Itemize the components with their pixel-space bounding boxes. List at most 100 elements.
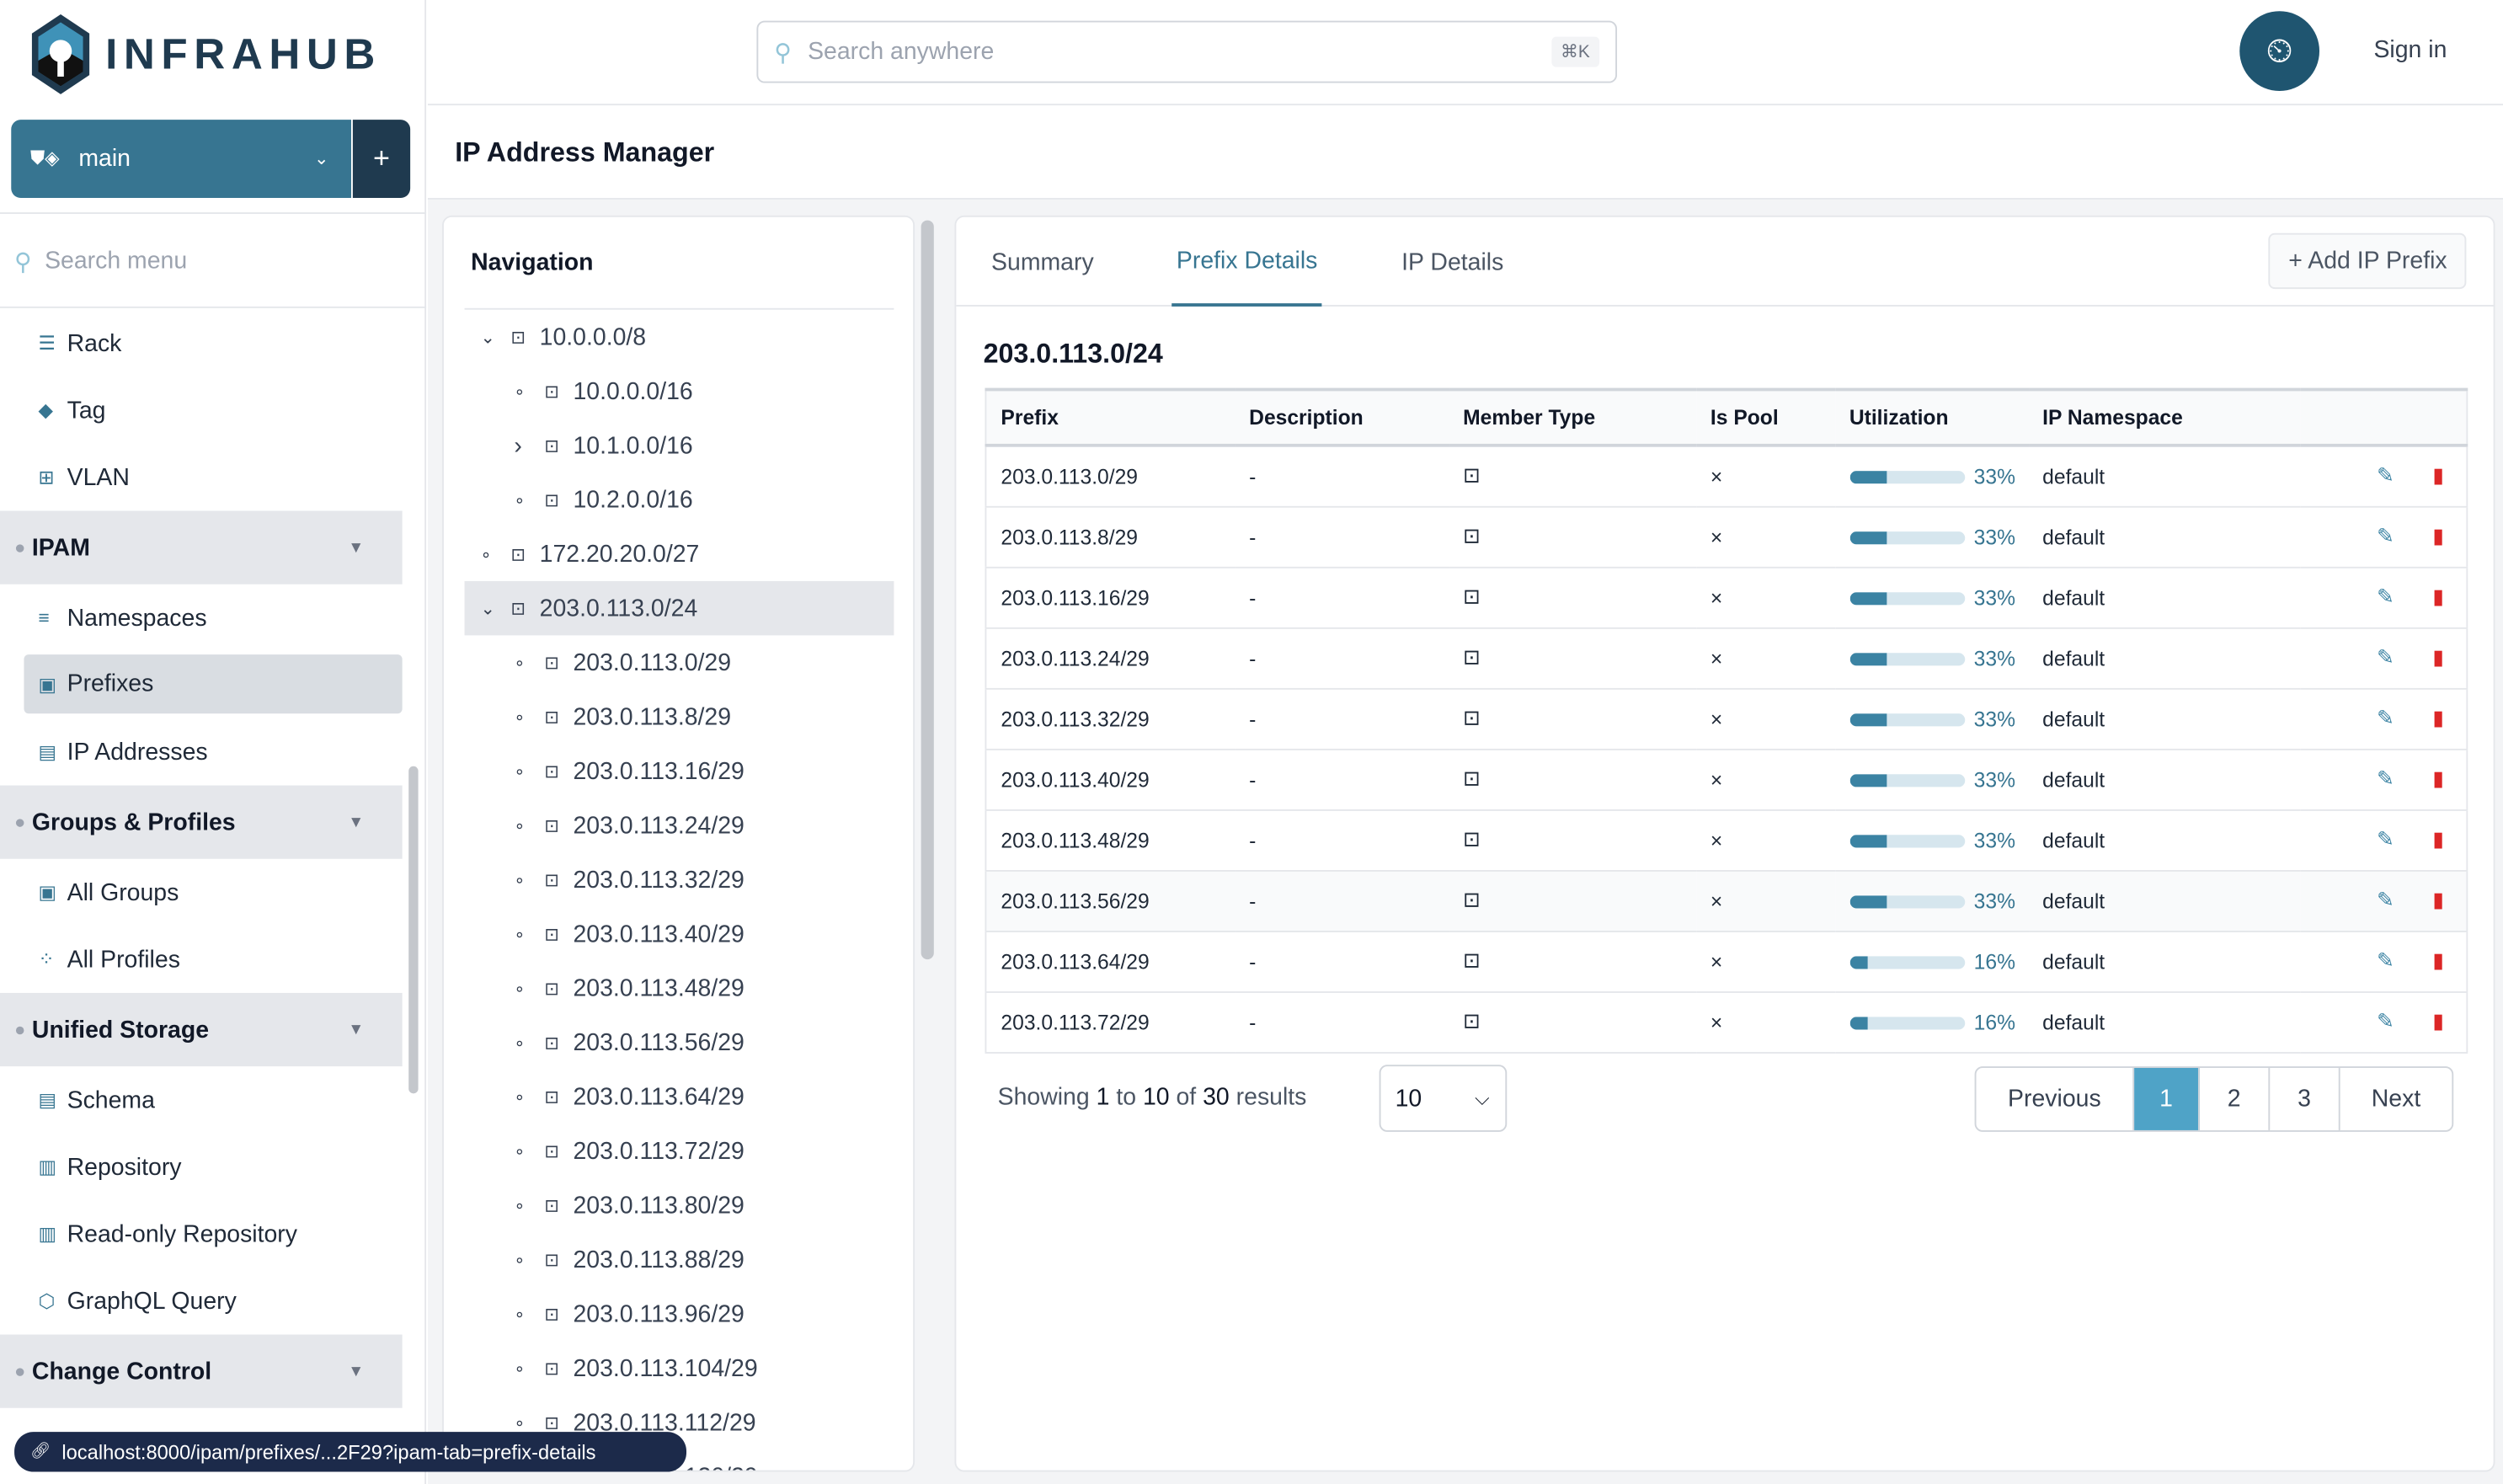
- edit-icon[interactable]: ✎: [2377, 948, 2394, 972]
- search-menu-input[interactable]: ⚲ Search menu: [0, 216, 427, 308]
- prefix-cell[interactable]: 203.0.113.16/29: [985, 566, 1235, 628]
- prefix-cell[interactable]: 203.0.113.64/29: [985, 931, 1235, 992]
- infrahub-logo[interactable]: INFRAHUB: [29, 13, 382, 96]
- tab-summary[interactable]: Summary: [986, 217, 1098, 307]
- edit-icon[interactable]: ✎: [2377, 827, 2394, 851]
- prefix-cell[interactable]: 203.0.113.8/29: [985, 505, 1235, 568]
- tree-item[interactable]: ∘ ⊡ 203.0.113.80/29: [465, 1178, 894, 1232]
- table-row[interactable]: 203.0.113.0/29- ⊡ × 33% default ✎ ▮: [985, 445, 2468, 507]
- edit-icon[interactable]: ✎: [2377, 706, 2394, 729]
- page-size-select[interactable]: 10 ⌵: [1379, 1065, 1508, 1132]
- edit-icon[interactable]: ✎: [2377, 463, 2394, 487]
- table-row[interactable]: 203.0.113.16/29- ⊡ × 33% default ✎ ▮: [985, 566, 2468, 628]
- prefix-cell[interactable]: 203.0.113.56/29: [985, 869, 1235, 932]
- prefix-cell[interactable]: 203.0.113.72/29: [985, 991, 1235, 1054]
- table-row[interactable]: 203.0.113.64/29- ⊡ × 16% default ✎ ▮: [985, 931, 2468, 992]
- add-ip-prefix-button[interactable]: + Add IP Prefix: [2267, 232, 2467, 290]
- schedule-clock-button[interactable]: ⏲: [2239, 11, 2320, 92]
- sign-in-link[interactable]: Sign in: [2373, 37, 2447, 64]
- trash-icon[interactable]: ▮: [2432, 645, 2444, 669]
- sidebar-item-namespaces[interactable]: ≡ Namespaces: [0, 585, 403, 652]
- tree-item[interactable]: ∘ ⊡ 203.0.113.96/29: [465, 1287, 894, 1341]
- branch-selector[interactable]: ⛊◈ main ⌄: [11, 120, 351, 199]
- tree-item[interactable]: ∘ ⊡ 203.0.113.16/29: [465, 744, 894, 798]
- chevron-down-icon[interactable]: ⌄: [481, 598, 495, 619]
- trash-icon[interactable]: ▮: [2432, 948, 2444, 972]
- add-branch-button[interactable]: +: [352, 120, 411, 199]
- tree-item[interactable]: ∘ ⊡ 203.0.113.40/29: [465, 907, 894, 961]
- edit-icon[interactable]: ✎: [2377, 524, 2394, 547]
- table-row[interactable]: 203.0.113.48/29- ⊡ × 33% default ✎ ▮: [985, 809, 2468, 871]
- tree-item[interactable]: ∘ ⊡ 203.0.113.48/29: [465, 961, 894, 1015]
- prefix-cell[interactable]: 203.0.113.24/29: [985, 627, 1235, 689]
- tab-prefix-details[interactable]: Prefix Details: [1171, 217, 1323, 307]
- is-pool-cell: ×: [1695, 687, 1835, 750]
- page-2-button[interactable]: 2: [2200, 1068, 2271, 1130]
- table-row[interactable]: 203.0.113.56/29- ⊡ × 33% default ✎ ▮: [985, 869, 2468, 932]
- edit-icon[interactable]: ✎: [2377, 1009, 2394, 1033]
- edit-icon[interactable]: ✎: [2377, 645, 2394, 669]
- tree-item[interactable]: ∘ ⊡ 203.0.113.104/29: [465, 1341, 894, 1395]
- global-search-input[interactable]: ⚲ Search anywhere ⌘K: [756, 20, 1618, 83]
- tree-item[interactable]: ∘ ⊡ 203.0.113.32/29: [465, 852, 894, 906]
- sidebar-item-vlan[interactable]: ⊞ VLAN: [0, 444, 403, 511]
- sidebar-section-groups-profiles[interactable]: Groups & Profiles ▼: [0, 785, 403, 859]
- tree-item[interactable]: › ⊡ 10.1.0.0/16: [465, 419, 894, 472]
- trash-icon[interactable]: ▮: [2432, 827, 2444, 851]
- tree-item[interactable]: ∘ ⊡ 10.0.0.0/16: [465, 364, 894, 418]
- prefix-cell[interactable]: 203.0.113.32/29: [985, 687, 1235, 750]
- edit-icon[interactable]: ✎: [2377, 766, 2394, 790]
- navigation-scrollbar[interactable]: [921, 220, 934, 960]
- tree-item[interactable]: ⌄ ⊡ 10.0.0.0/8: [465, 310, 894, 364]
- tree-item[interactable]: ⌄ ⊡ 203.0.113.0/24: [464, 580, 894, 636]
- next-button[interactable]: Next: [2340, 1068, 2452, 1130]
- sidebar-item-ip-addresses[interactable]: ▤ IP Addresses: [0, 718, 403, 786]
- tree-item[interactable]: ∘ ⊡ 203.0.113.56/29: [465, 1015, 894, 1069]
- edit-icon[interactable]: ✎: [2377, 585, 2394, 608]
- chevron-right-icon[interactable]: ›: [514, 432, 521, 459]
- sidebar-item-read-only-repository[interactable]: ▥ Read-only Repository: [0, 1200, 403, 1268]
- trash-icon[interactable]: ▮: [2432, 766, 2444, 790]
- tree-item[interactable]: ∘ ⊡ 203.0.113.88/29: [465, 1232, 894, 1286]
- previous-button[interactable]: Previous: [1977, 1068, 2135, 1130]
- table-row[interactable]: 203.0.113.24/29- ⊡ × 33% default ✎ ▮: [985, 627, 2468, 689]
- trash-icon[interactable]: ▮: [2432, 524, 2444, 547]
- sidebar-section-ipam[interactable]: IPAM ▼: [0, 510, 403, 585]
- sidebar-item-schema[interactable]: ▤ Schema: [0, 1066, 403, 1134]
- page-1-button[interactable]: 1: [2134, 1068, 2200, 1130]
- prefix-cell[interactable]: 203.0.113.48/29: [985, 809, 1235, 871]
- sidebar-item-repository[interactable]: ▥ Repository: [0, 1134, 403, 1201]
- chevron-down-icon[interactable]: ⌄: [481, 327, 495, 348]
- description-cell: -: [1235, 505, 1449, 568]
- tree-item[interactable]: ∘ ⊡ 203.0.113.72/29: [465, 1124, 894, 1177]
- sidebar-item-graphql-query[interactable]: ⬡ GraphQL Query: [0, 1268, 403, 1335]
- sidebar-item-tag[interactable]: ◆ Tag: [0, 376, 403, 444]
- prefix-cell[interactable]: 203.0.113.40/29: [985, 748, 1235, 810]
- trash-icon[interactable]: ▮: [2432, 463, 2444, 487]
- tree-item[interactable]: ∘ ⊡ 10.2.0.0/16: [465, 472, 894, 526]
- table-row[interactable]: 203.0.113.8/29- ⊡ × 33% default ✎ ▮: [985, 505, 2468, 568]
- tree-item[interactable]: ∘ ⊡ 203.0.113.64/29: [465, 1070, 894, 1124]
- tree-item[interactable]: ∘ ⊡ 203.0.113.24/29: [465, 798, 894, 852]
- table-row[interactable]: 203.0.113.40/29- ⊡ × 33% default ✎ ▮: [985, 748, 2468, 810]
- table-row[interactable]: 203.0.113.32/29- ⊡ × 33% default ✎ ▮: [985, 687, 2468, 750]
- trash-icon[interactable]: ▮: [2432, 706, 2444, 729]
- prefix-cell[interactable]: 203.0.113.0/29: [985, 445, 1235, 507]
- tree-item[interactable]: ∘ ⊡ 172.20.20.0/27: [465, 526, 894, 580]
- sidebar-scrollbar[interactable]: [408, 766, 419, 1094]
- sidebar-section-unified-storage[interactable]: Unified Storage ▼: [0, 992, 403, 1067]
- trash-icon[interactable]: ▮: [2432, 585, 2444, 608]
- edit-icon[interactable]: ✎: [2377, 888, 2394, 911]
- trash-icon[interactable]: ▮: [2432, 888, 2444, 911]
- table-row[interactable]: 203.0.113.72/29- ⊡ × 16% default ✎ ▮: [985, 991, 2468, 1054]
- sidebar-item-all-groups[interactable]: ▣ All Groups: [0, 859, 403, 926]
- page-3-button[interactable]: 3: [2270, 1068, 2340, 1130]
- sidebar-section-change-control[interactable]: Change Control ▼: [0, 1334, 403, 1408]
- trash-icon[interactable]: ▮: [2432, 1009, 2444, 1033]
- tree-item[interactable]: ∘ ⊡ 203.0.113.0/29: [465, 635, 894, 689]
- tree-item[interactable]: ∘ ⊡ 203.0.113.8/29: [465, 690, 894, 744]
- tab-ip-details[interactable]: IP Details: [1396, 217, 1508, 307]
- sidebar-item-all-profiles[interactable]: ⁘ All Profiles: [0, 926, 403, 993]
- sidebar-item-prefixes[interactable]: ▣ Prefixes: [24, 654, 403, 714]
- sidebar-item-rack[interactable]: ☰ Rack: [0, 310, 403, 377]
